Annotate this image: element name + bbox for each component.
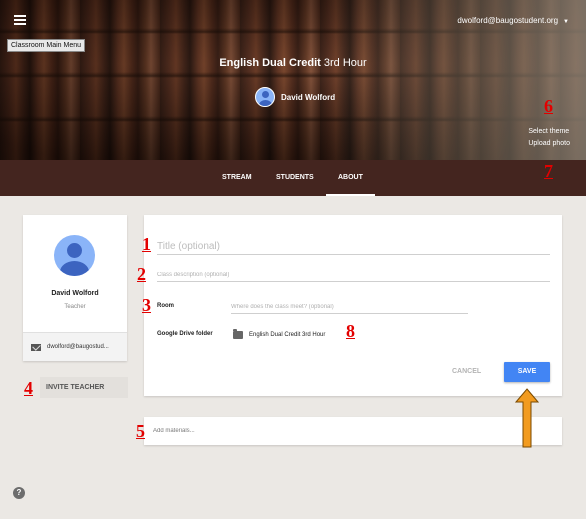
save-button[interactable]: SAVE [504,362,550,382]
account-menu[interactable]: dwolford@baugostudent.org ▼ [457,16,569,25]
email-row[interactable]: dwolford@baugostud... [23,332,127,361]
annotation-4: 4 [24,378,33,398]
annotation-7: 7 [544,161,553,181]
account-email: dwolford@baugostudent.org [457,16,559,25]
drive-folder-link[interactable]: English Dual Credit 3rd Hour [249,332,325,338]
class-name: English Dual Credit [219,57,321,69]
tab-stream[interactable]: STREAM [222,160,252,196]
menu-icon[interactable] [14,15,26,25]
room-input[interactable] [231,300,468,314]
teacher-profile-card: David Wolford Teacher dwolford@baugostud… [23,215,127,361]
arrow-up-icon [515,388,539,448]
annotation-3: 3 [142,295,151,315]
menu-tooltip: Classroom Main Menu [7,39,86,52]
help-icon[interactable]: ? [13,487,25,499]
teacher-name: David Wolford [281,92,336,102]
annotation-2: 2 [137,264,146,284]
class-description-input[interactable] [157,268,550,282]
profile-email: dwolford@baugostud... [47,344,109,350]
title-input[interactable] [157,239,550,255]
theme-links: Select theme Upload photo [528,126,570,150]
caret-down-icon: ▼ [563,19,569,25]
annotation-5: 5 [136,421,145,441]
drive-folder-label: Google Drive folder [157,331,213,337]
annotation-1: 1 [142,234,151,254]
upload-photo-link[interactable]: Upload photo [528,138,570,150]
annotation-6: 6 [544,96,553,116]
class-section: 3rd Hour [323,57,367,69]
teacher-chip: David Wolford [255,87,335,107]
add-materials-input[interactable] [153,425,453,437]
class-title: English Dual Credit 3rd Hour [0,57,586,69]
profile-role: Teacher [64,304,86,310]
avatar [255,87,275,107]
select-theme-link[interactable]: Select theme [528,126,570,138]
cancel-button[interactable]: CANCEL [452,368,481,375]
avatar [54,235,95,276]
tab-about[interactable]: ABOUT [326,160,375,196]
room-label: Room [157,303,174,309]
annotation-8: 8 [346,321,355,341]
folder-icon [233,329,243,339]
tab-bar: STREAM STUDENTS ABOUT [0,160,586,196]
profile-name: David Wolford [51,290,99,297]
invite-teacher-button[interactable]: INVITE TEACHER [40,377,128,398]
mail-icon [31,343,41,351]
tab-students[interactable]: STUDENTS [276,160,314,196]
